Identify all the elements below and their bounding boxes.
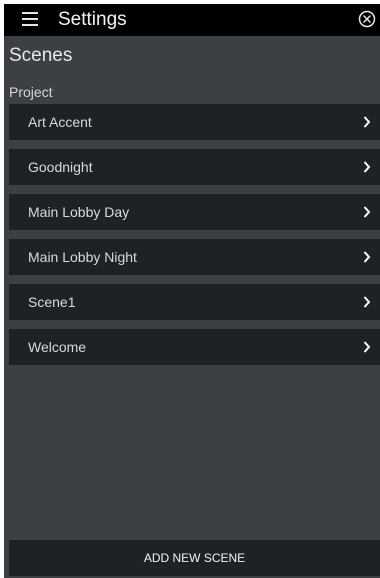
chevron-right-icon bbox=[363, 116, 371, 128]
scene-label: Scene1 bbox=[28, 294, 76, 310]
scene-label: Welcome bbox=[28, 339, 87, 355]
settings-screen: Settings Scenes Project Art Accent Goodn… bbox=[4, 4, 380, 578]
chevron-right-icon bbox=[363, 161, 371, 173]
scene-row-goodnight[interactable]: Goodnight bbox=[9, 149, 380, 185]
scene-row-welcome[interactable]: Welcome bbox=[9, 329, 380, 365]
add-new-scene-button[interactable]: ADD NEW SCENE bbox=[9, 540, 380, 576]
scene-row-main-lobby-day[interactable]: Main Lobby Day bbox=[9, 194, 380, 230]
header-title: Settings bbox=[58, 9, 127, 30]
chevron-right-icon bbox=[363, 296, 371, 308]
scene-row-scene1[interactable]: Scene1 bbox=[9, 284, 380, 320]
chevron-right-icon bbox=[363, 251, 371, 263]
scene-label: Art Accent bbox=[28, 114, 92, 130]
scene-label: Goodnight bbox=[28, 159, 93, 175]
scene-row-art-accent[interactable]: Art Accent bbox=[9, 104, 380, 140]
scene-label: Main Lobby Day bbox=[28, 204, 130, 220]
scene-row-main-lobby-night[interactable]: Main Lobby Night bbox=[9, 239, 380, 275]
chevron-right-icon bbox=[363, 341, 371, 353]
hamburger-menu-icon[interactable] bbox=[22, 12, 38, 26]
scene-label: Main Lobby Night bbox=[28, 249, 137, 265]
scene-list: Art Accent Goodnight Main Lobby Day Main… bbox=[9, 104, 380, 374]
page-title: Scenes bbox=[9, 45, 73, 66]
close-circle-icon[interactable] bbox=[358, 10, 376, 28]
section-label-project: Project bbox=[9, 84, 53, 100]
chevron-right-icon bbox=[363, 206, 371, 218]
top-bar: Settings bbox=[4, 4, 380, 36]
